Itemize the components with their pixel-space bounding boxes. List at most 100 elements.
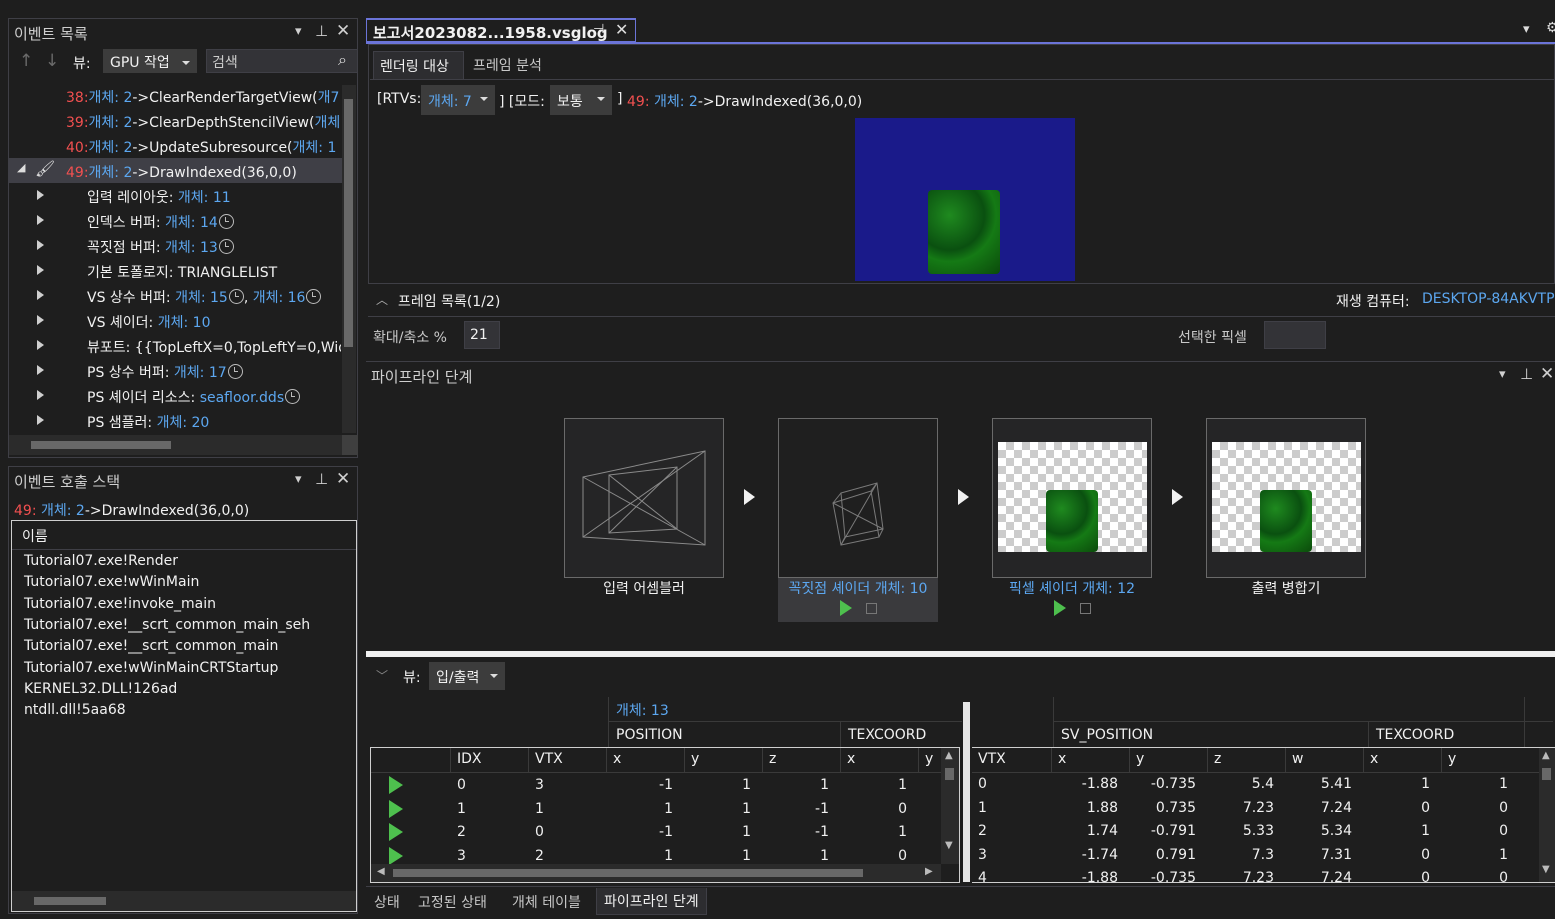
- tab-pipeline-stages[interactable]: 파이프라인 단계: [596, 888, 707, 915]
- event-object-link[interactable]: 개체: 2: [89, 165, 133, 181]
- column-header[interactable]: IDX: [457, 751, 482, 767]
- event-object-link[interactable]: 개체: 2: [89, 140, 133, 156]
- event-object-link[interactable]: 개체: 2: [41, 503, 85, 519]
- ps-object-link[interactable]: 개체: 12: [1082, 581, 1135, 597]
- play-icon[interactable]: [389, 846, 403, 864]
- event-object-link[interactable]: 개체: 2: [89, 115, 133, 131]
- child-object-link[interactable]: 개체: 11: [178, 190, 231, 206]
- play-icon[interactable]: [840, 600, 852, 616]
- play-icon[interactable]: [389, 823, 403, 841]
- current-event[interactable]: 49: 개체: 2->DrawIndexed(36,0,0): [627, 91, 862, 111]
- event-row[interactable]: 39:개체: 2->ClearDepthStencilView(개체: [9, 108, 342, 133]
- event-row[interactable]: 40:개체: 2->UpdateSubresource(개체: 1: [9, 133, 342, 158]
- horizontal-scrollbar[interactable]: [12, 891, 356, 911]
- event-object-link[interactable]: 개체: 2: [89, 90, 133, 106]
- event-child-row[interactable]: 기본 토폴로지: TRIANGLELIST: [9, 258, 342, 283]
- event-tail[interactable]: 개체: 1: [293, 140, 337, 156]
- event-row[interactable]: 38:개체: 2->ClearRenderTargetView(개7: [9, 83, 342, 108]
- close-tab-icon[interactable]: ✕: [615, 20, 628, 39]
- play-icon[interactable]: [389, 776, 403, 794]
- child-object-link[interactable]: 개체: 16: [253, 290, 306, 306]
- stage-label-vs[interactable]: 꼭짓점 셰이더 개체: 10: [778, 578, 938, 598]
- expand-arrow-icon[interactable]: [37, 190, 44, 200]
- event-child-row[interactable]: 꼭짓점 버퍼: 개체: 13: [9, 233, 342, 258]
- collapse-icon[interactable]: ﹀: [376, 667, 388, 684]
- expand-arrow-icon[interactable]: [37, 290, 44, 300]
- scroll-right-icon[interactable]: ▶: [925, 866, 933, 877]
- expand-arrow-icon[interactable]: [37, 240, 44, 250]
- event-tail[interactable]: 개7: [318, 90, 340, 106]
- name-column-header[interactable]: 이름: [22, 526, 48, 546]
- view-dropdown[interactable]: GPU 작업: [103, 49, 197, 73]
- stack-frame[interactable]: Tutorial07.exe!Render: [24, 553, 178, 569]
- scroll-left-icon[interactable]: ◀: [377, 866, 385, 877]
- scroll-down-icon[interactable]: ▼: [1542, 864, 1550, 875]
- vertical-scrollbar[interactable]: [342, 85, 356, 433]
- tab-status[interactable]: 상태: [374, 892, 400, 912]
- history-icon[interactable]: [306, 289, 322, 304]
- event-child-row[interactable]: 입력 레이아웃: 개체: 11: [9, 183, 342, 208]
- horizontal-scrollbar[interactable]: ◀ ▶: [371, 864, 941, 882]
- tab-list-dropdown-icon[interactable]: ▾: [1523, 22, 1530, 37]
- expand-arrow-icon[interactable]: [37, 315, 44, 325]
- stop-icon[interactable]: [866, 603, 877, 614]
- pin-icon[interactable]: ⊥: [1520, 365, 1533, 383]
- stack-frame[interactable]: Tutorial07.exe!wWinMain: [24, 574, 199, 590]
- scroll-thumb[interactable]: [1542, 768, 1551, 780]
- expand-arrow-icon[interactable]: [37, 390, 44, 400]
- history-icon[interactable]: [218, 214, 234, 229]
- child-object-link[interactable]: 개체: 13: [165, 240, 218, 256]
- stack-frame[interactable]: Tutorial07.exe!__scrt_common_main_seh: [24, 617, 310, 633]
- vs-object-link[interactable]: 개체: 10: [875, 581, 928, 597]
- history-icon[interactable]: [228, 289, 244, 304]
- child-object-link[interactable]: 개체: 10: [158, 315, 211, 331]
- zoom-input[interactable]: 21: [464, 321, 500, 349]
- history-icon[interactable]: [218, 239, 234, 254]
- scroll-up-icon[interactable]: ▲: [1542, 750, 1550, 761]
- dropdown-icon[interactable]: ▾: [295, 24, 302, 39]
- history-icon[interactable]: [285, 389, 301, 404]
- column-header[interactable]: x: [847, 751, 855, 767]
- child-object-link[interactable]: 개체: 17: [174, 365, 227, 381]
- child-object-link[interactable]: 개체: 15: [175, 290, 228, 306]
- column-header[interactable]: x: [613, 751, 621, 767]
- expand-arrow-icon[interactable]: [37, 365, 44, 375]
- event-child-row[interactable]: PS 샘플러: 개체: 20: [9, 408, 342, 433]
- mode-dropdown[interactable]: 보통: [550, 85, 612, 115]
- down-arrow-icon[interactable]: ↓: [45, 51, 59, 71]
- input-assembler-thumbnail[interactable]: [564, 418, 724, 578]
- event-child-row[interactable]: VS 상수 버퍼: 개체: 15, 개체: 16: [9, 283, 342, 308]
- child-object-link[interactable]: 개체: 20: [157, 415, 210, 431]
- vertex-shader-thumbnail[interactable]: [778, 418, 938, 578]
- tab-fixed-status[interactable]: 고정된 상태: [418, 892, 487, 912]
- scroll-thumb[interactable]: [344, 99, 353, 347]
- expand-arrow-icon[interactable]: [37, 340, 44, 350]
- stack-frame[interactable]: Tutorial07.exe!__scrt_common_main: [24, 638, 278, 654]
- pin-icon[interactable]: ⊣: [593, 22, 604, 37]
- event-child-row[interactable]: 인덱스 버퍼: 개체: 14: [9, 208, 342, 233]
- collapse-icon[interactable]: ︿: [376, 291, 388, 308]
- event-tail[interactable]: 개체: [314, 115, 340, 131]
- play-icon[interactable]: [1054, 600, 1066, 616]
- dropdown-icon[interactable]: ▾: [295, 472, 302, 487]
- search-input[interactable]: 검색: [206, 49, 358, 73]
- event-child-row[interactable]: PS 상수 버퍼: 개체: 17: [9, 358, 342, 383]
- scroll-thumb[interactable]: [945, 768, 954, 780]
- event-child-row[interactable]: PS 셰이더 리소스: seafloor.dds: [9, 383, 342, 408]
- input-object-link[interactable]: 개체: 13: [616, 700, 669, 720]
- play-icon[interactable]: [389, 799, 403, 818]
- table-splitter[interactable]: [963, 702, 970, 882]
- close-icon[interactable]: ✕: [336, 469, 350, 489]
- vertical-scrollbar[interactable]: ▲ ▼: [941, 748, 959, 864]
- pin-icon[interactable]: ⊥: [315, 470, 328, 488]
- stack-frame[interactable]: Tutorial07.exe!wWinMainCRTStartup: [24, 660, 278, 676]
- search-icon[interactable]: ⌕: [338, 50, 347, 70]
- vertical-scrollbar[interactable]: ▲ ▼: [1539, 748, 1555, 882]
- column-header[interactable]: y: [925, 751, 933, 767]
- close-icon[interactable]: ✕: [336, 21, 350, 41]
- tab-object-table[interactable]: 개체 테이블: [512, 892, 581, 912]
- pin-icon[interactable]: ⊥: [315, 22, 328, 40]
- call-stack-event[interactable]: 49: 개체: 2->DrawIndexed(36,0,0): [14, 500, 249, 520]
- settings-icon[interactable]: ⚙: [1546, 20, 1555, 36]
- child-object-link[interactable]: seafloor.dds: [200, 390, 284, 406]
